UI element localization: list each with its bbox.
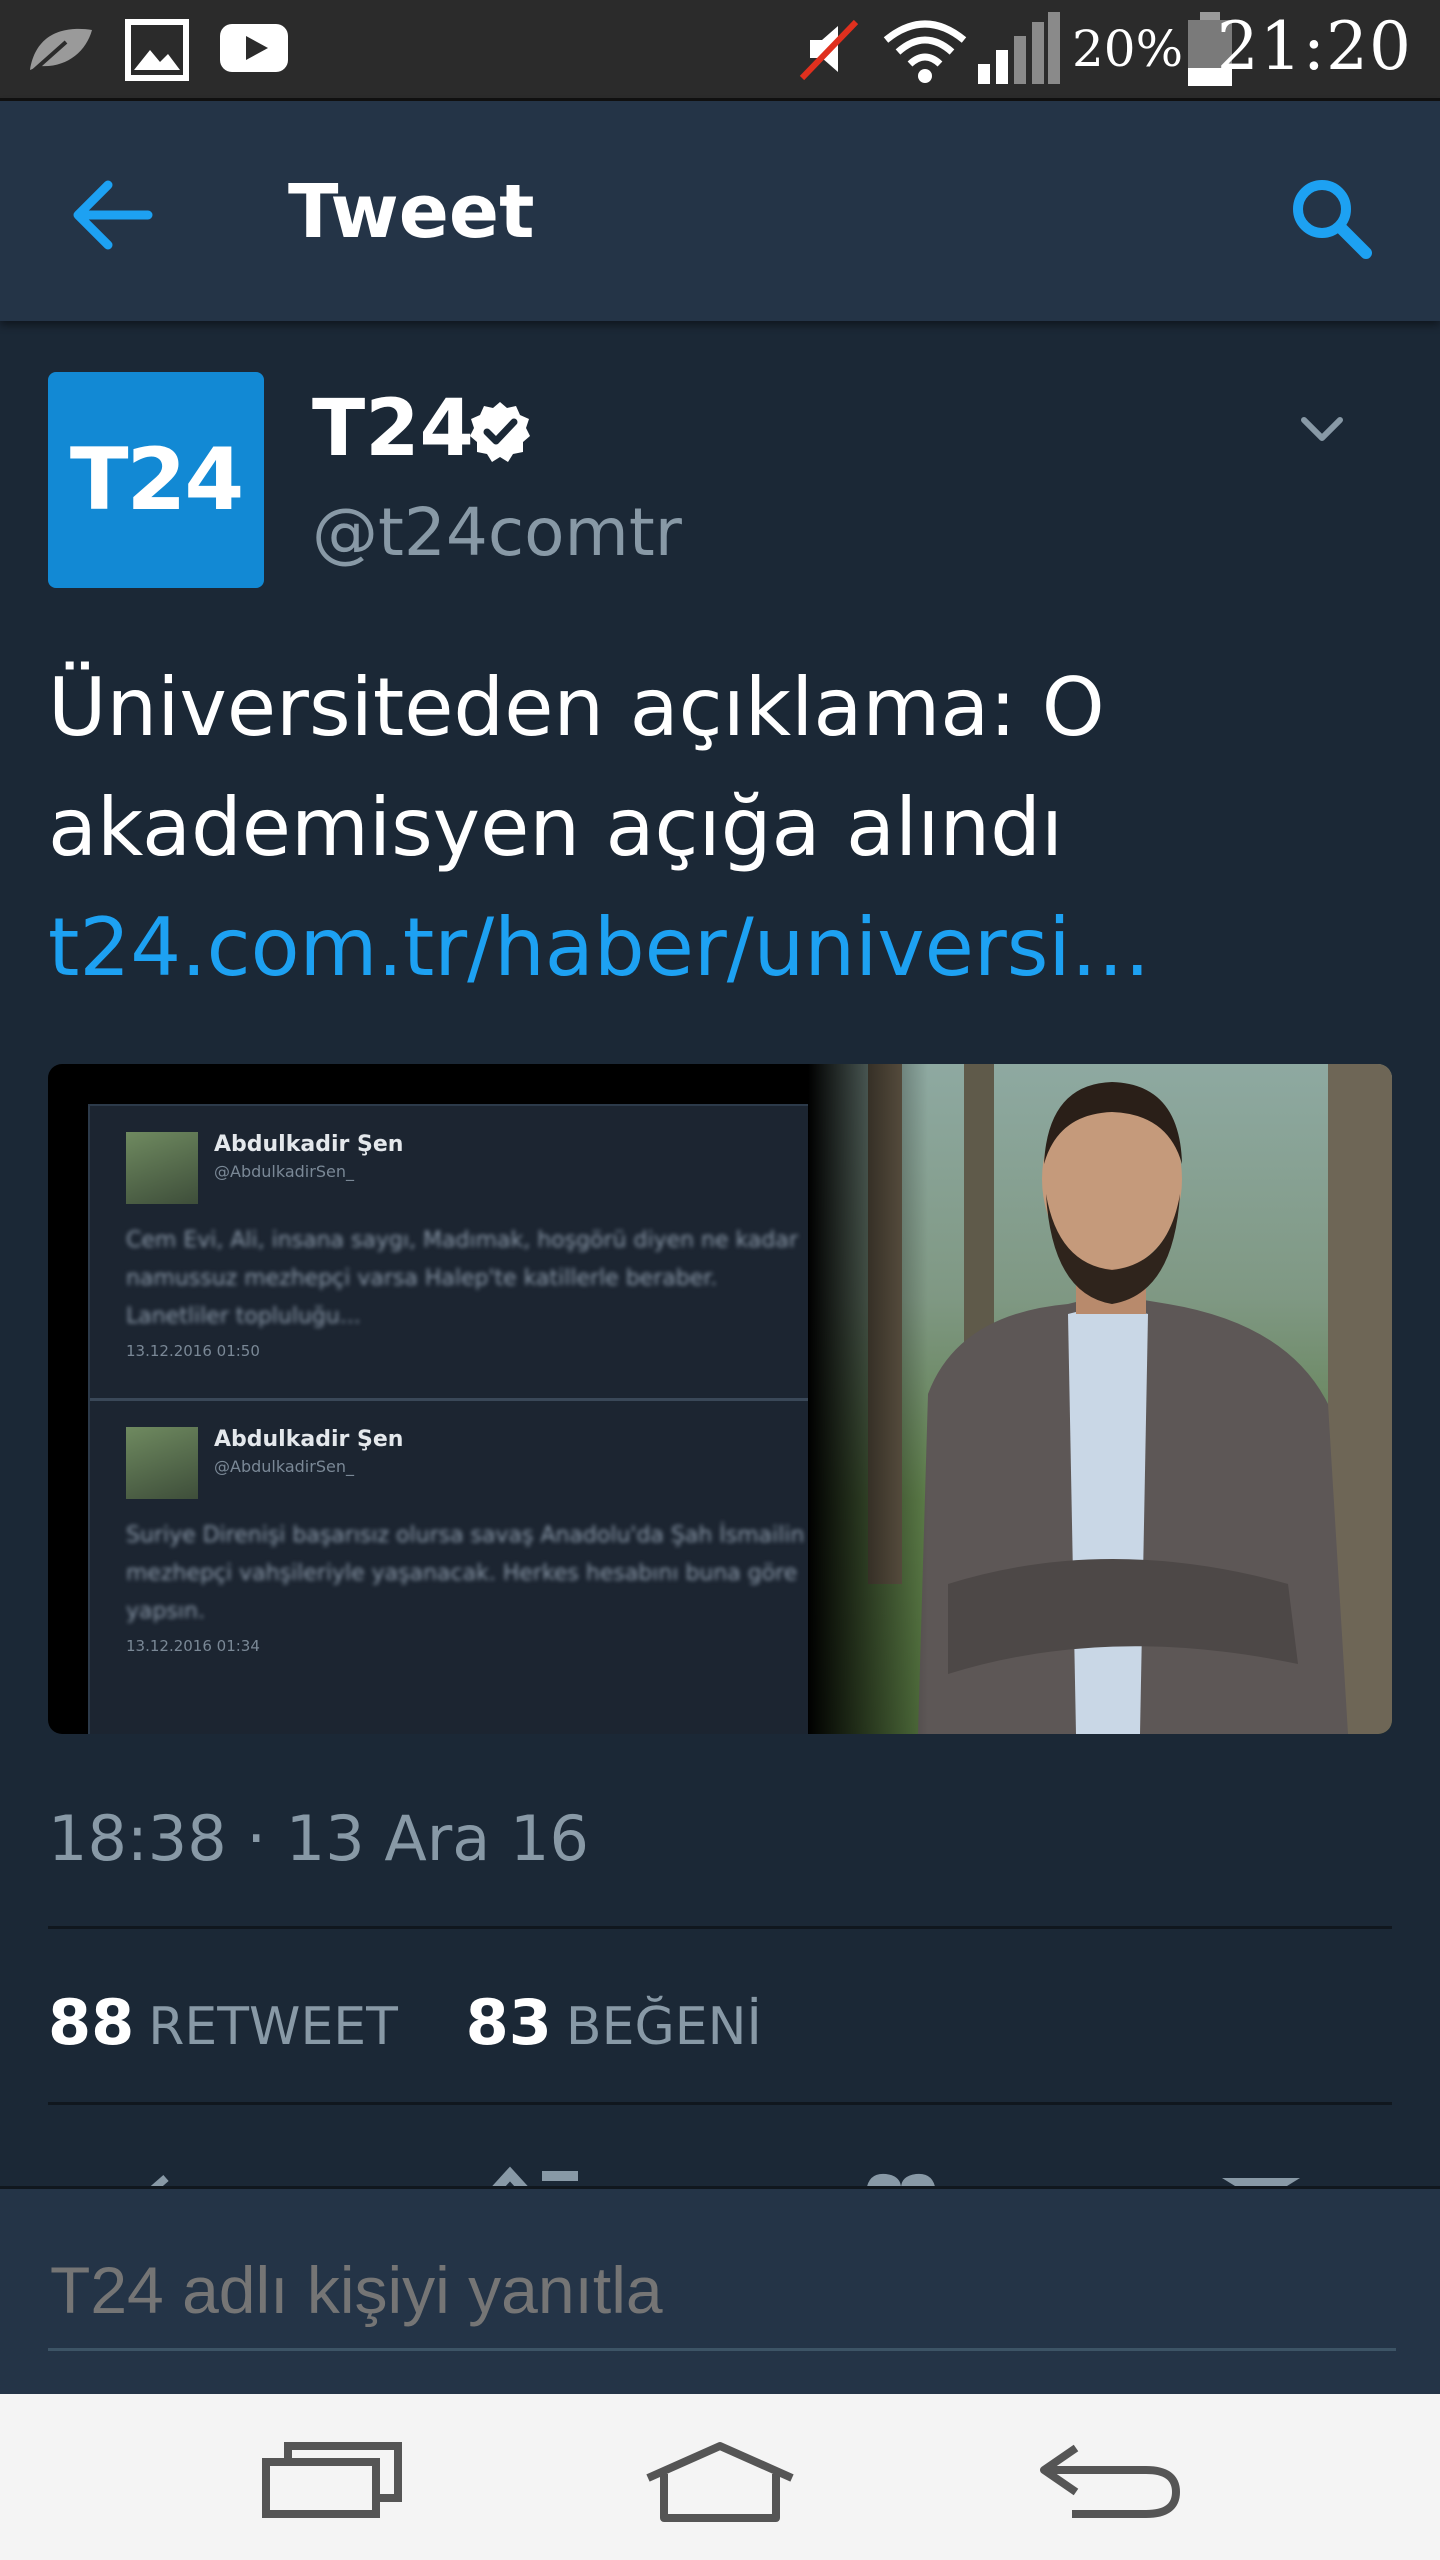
- recent-apps-button[interactable]: [258, 2442, 408, 2526]
- leaf-icon: [26, 22, 96, 82]
- home-icon: [646, 2442, 794, 2522]
- verified-badge-icon: [468, 400, 532, 468]
- retweet-label: RETWEET: [148, 1997, 398, 2057]
- tweet-stats: 88 RETWEET 83 BEĞENİ: [48, 1986, 810, 2059]
- avatar[interactable]: T24: [48, 372, 264, 588]
- avatar-logo-text: T24: [69, 430, 244, 530]
- recent-apps-icon: [262, 2442, 402, 2518]
- embedded-avatar: [126, 1132, 198, 1204]
- embedded-author-name: Abdulkadir Şen: [214, 1427, 404, 1452]
- embedded-tweet-screenshot: Abdulkadir Şen @AbdulkadirSen_ ⌄ Cem Evi…: [88, 1104, 882, 1734]
- embedded-tweet-card: Abdulkadir Şen @AbdulkadirSen_ ⌄ Cem Evi…: [90, 1106, 880, 1398]
- youtube-icon: [218, 22, 290, 78]
- like-count: 83: [465, 1986, 552, 2059]
- battery-percent: 20%: [1072, 20, 1184, 78]
- tweet-link[interactable]: t24.com.tr/haber/universi…: [48, 888, 1408, 1008]
- home-button[interactable]: [640, 2438, 800, 2532]
- reply-bar: [0, 2186, 1440, 2397]
- like-stat[interactable]: 83 BEĞENİ: [466, 1986, 810, 2059]
- author-handle[interactable]: @t24comtr: [312, 494, 682, 571]
- back-button[interactable]: [60, 165, 160, 265]
- system-nav-bar: [0, 2394, 1440, 2560]
- reply-input[interactable]: [48, 2249, 1396, 2351]
- back-nav-icon: [1040, 2444, 1180, 2518]
- search-icon: [1293, 180, 1372, 259]
- embedded-tweet-date: 13.12.2016 01:34: [126, 1637, 260, 1655]
- mute-icon: [796, 16, 862, 86]
- gallery-icon: [124, 18, 190, 86]
- retweet-count: 88: [48, 1986, 135, 2059]
- like-label: BEĞENİ: [565, 1997, 762, 2057]
- page-title: Tweet: [288, 169, 535, 255]
- wifi-icon: [882, 16, 968, 90]
- signal-icon: [976, 12, 1062, 90]
- retweet-stat[interactable]: 88 RETWEET: [48, 1986, 466, 2059]
- tweet-media-image[interactable]: Abdulkadir Şen @AbdulkadirSen_ ⌄ Cem Evi…: [48, 1064, 1392, 1734]
- divider: [48, 2102, 1392, 2105]
- embedded-author-handle: @AbdulkadirSen_: [214, 1162, 354, 1181]
- arrow-left-icon: [73, 180, 153, 250]
- embedded-author-name: Abdulkadir Şen: [214, 1132, 404, 1157]
- author-name[interactable]: T24: [312, 384, 474, 474]
- search-button[interactable]: [1284, 171, 1380, 267]
- divider: [48, 1926, 1392, 1929]
- tweet-text-line: Üniversiteden açıklama: O: [48, 661, 1105, 754]
- status-time: 21:20: [1216, 8, 1412, 85]
- embedded-tweet-body: Suriye Direnişi başarısız olursa savaş A…: [126, 1523, 805, 1624]
- embedded-author-handle: @AbdulkadirSen_: [214, 1457, 354, 1476]
- image-fade: [808, 1064, 928, 1734]
- tweet-text-line: akademisyen açığa alındı: [48, 781, 1064, 874]
- tweet-timestamp: 18:38 · 13 Ara 16: [48, 1802, 589, 1875]
- embedded-tweet-card: Abdulkadir Şen @AbdulkadirSen_ ⌄ Suriye …: [90, 1398, 880, 1693]
- status-bar: 20% 21:20: [0, 0, 1440, 101]
- back-nav-button[interactable]: [1036, 2442, 1186, 2526]
- embedded-tweet-date: 13.12.2016 01:50: [126, 1342, 260, 1360]
- chevron-down-icon[interactable]: [1298, 412, 1346, 452]
- embedded-avatar: [126, 1427, 198, 1499]
- app-bar: Tweet: [0, 101, 1440, 321]
- embedded-tweet-body: Cem Evi, Ali, insana saygı, Madımak, hoş…: [126, 1228, 798, 1329]
- tweet-text: Üniversiteden açıklama: O akademisyen aç…: [48, 648, 1408, 1008]
